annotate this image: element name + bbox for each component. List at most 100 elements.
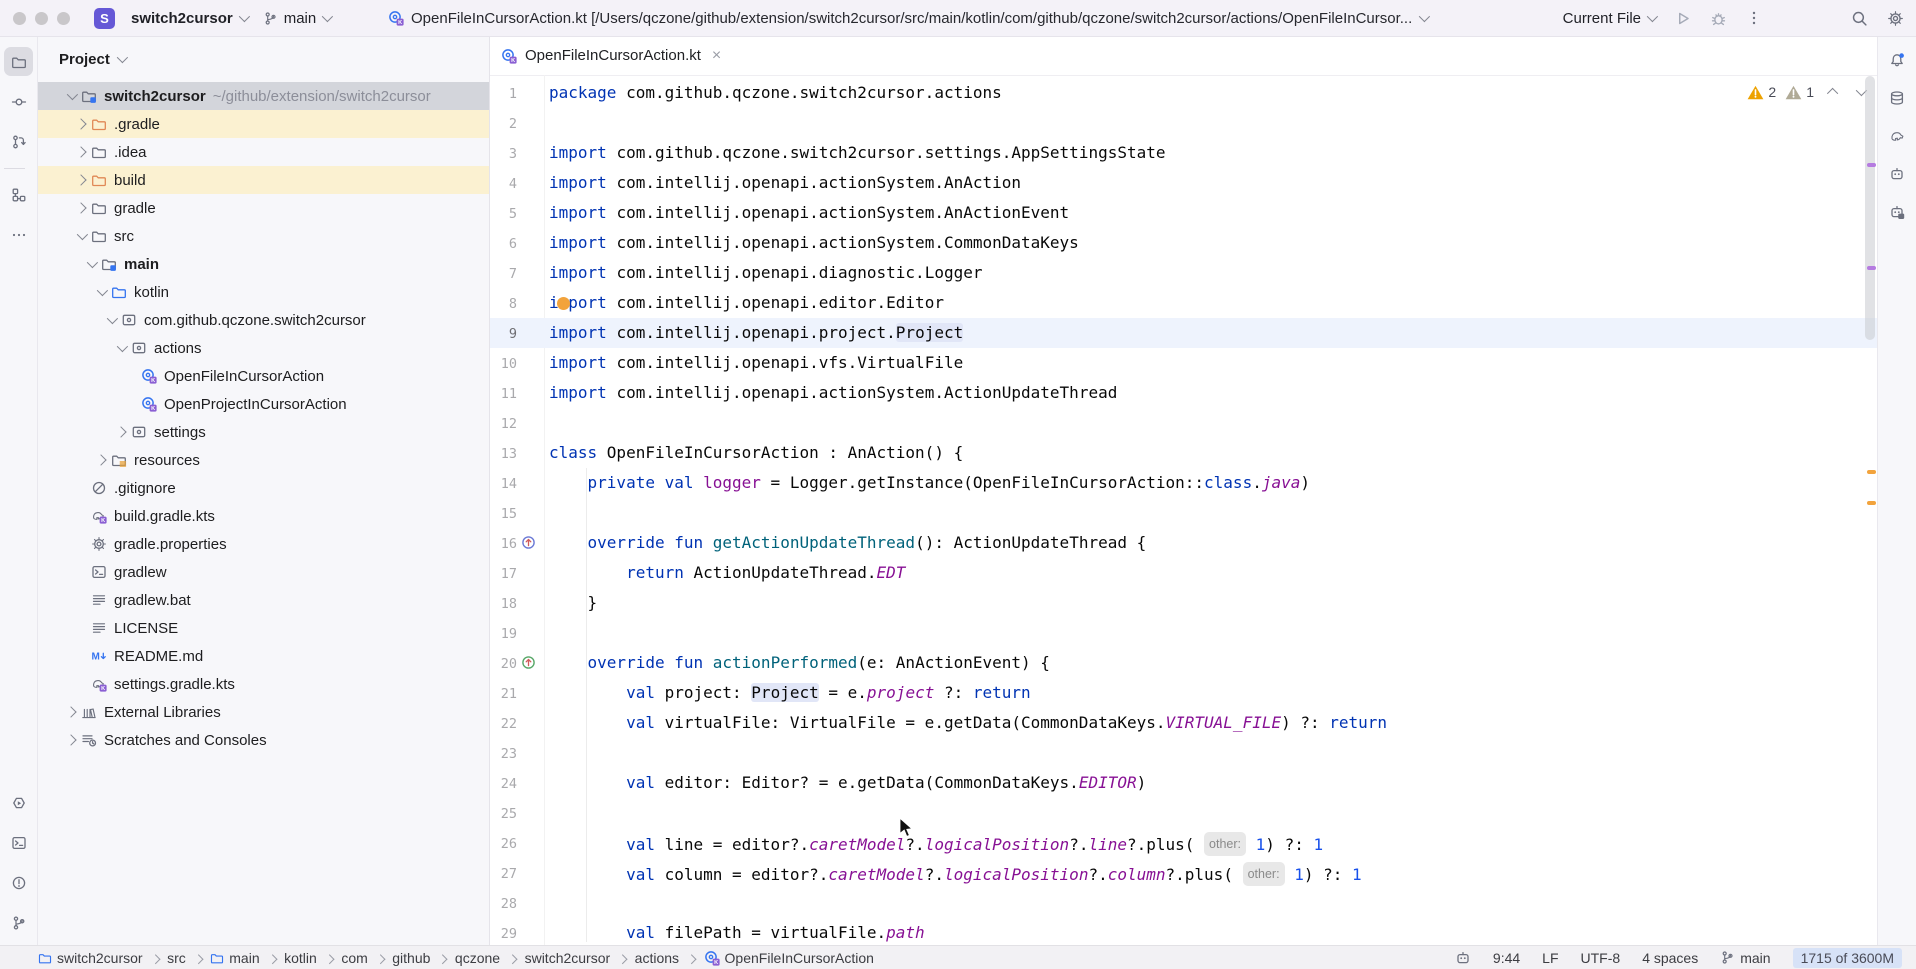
code-line[interactable]: 8import com.intellij.openapi.editor.Edit…: [490, 288, 1878, 318]
breadcrumb-item[interactable]: actions: [635, 950, 679, 966]
tree-row[interactable]: com.github.qczone.switch2cursor: [38, 306, 489, 334]
run-icon[interactable]: [1674, 10, 1691, 27]
code-line[interactable]: 6import com.intellij.openapi.actionSyste…: [490, 228, 1878, 258]
code-line[interactable]: 28: [490, 888, 1878, 918]
warnings-indicator[interactable]: 2: [1747, 84, 1776, 100]
tree-collapse-icon[interactable]: [82, 260, 99, 268]
code-line[interactable]: 3import com.github.qczone.switch2cursor.…: [490, 138, 1878, 168]
code-line[interactable]: 26 val line = editor?.caretModel?.logica…: [490, 828, 1878, 858]
vcs-branch-widget[interactable]: main: [263, 10, 331, 27]
code-line[interactable]: 13class OpenFileInCursorAction : AnActio…: [490, 438, 1878, 468]
tree-row[interactable]: External Libraries: [38, 698, 489, 726]
debug-icon[interactable]: [1710, 10, 1727, 27]
run-tool-icon[interactable]: [4, 788, 33, 817]
tree-row[interactable]: src: [38, 222, 489, 250]
code-line[interactable]: 9import com.intellij.openapi.project.Pro…: [490, 318, 1878, 348]
pull-requests-icon[interactable]: [4, 127, 33, 156]
override-up-blue-icon[interactable]: [521, 535, 536, 550]
tree-row[interactable]: kotlin: [38, 278, 489, 306]
project-widget[interactable]: switch2cursor: [131, 10, 247, 27]
tree-row[interactable]: actions: [38, 334, 489, 362]
maximize-window-button[interactable]: [57, 12, 70, 25]
terminal-tool-icon[interactable]: [4, 828, 33, 857]
tree-row[interactable]: switch2cursor~/github/extension/switch2c…: [38, 82, 489, 110]
tree-row[interactable]: gradle: [38, 194, 489, 222]
gradle-icon[interactable]: [1883, 121, 1912, 150]
breadcrumb-item[interactable]: qczone: [455, 950, 500, 966]
code-line[interactable]: 21 val project: Project = e.project ?: r…: [490, 678, 1878, 708]
close-window-button[interactable]: [13, 12, 26, 25]
code-line[interactable]: 2: [490, 108, 1878, 138]
tree-row[interactable]: resources: [38, 446, 489, 474]
code-line[interactable]: 15: [490, 498, 1878, 528]
tree-row[interactable]: build: [38, 166, 489, 194]
tree-row[interactable]: gradle.properties: [38, 530, 489, 558]
database-icon[interactable]: [1883, 83, 1912, 112]
tree-row[interactable]: MREADME.md: [38, 642, 489, 670]
tree-expand-icon[interactable]: [72, 120, 89, 128]
tree-row[interactable]: Ksettings.gradle.kts: [38, 670, 489, 698]
code-line[interactable]: 18 }: [490, 588, 1878, 618]
code-line[interactable]: 16 override fun getActionUpdateThread():…: [490, 528, 1878, 558]
code-line[interactable]: 22 val virtualFile: VirtualFile = e.getD…: [490, 708, 1878, 738]
code-line[interactable]: 5import com.intellij.openapi.actionSyste…: [490, 198, 1878, 228]
memory-indicator[interactable]: 1715 of 3600M: [1793, 948, 1902, 968]
stripe-mark[interactable]: [1867, 470, 1876, 474]
structure-icon[interactable]: [4, 180, 33, 209]
version-control-tool-icon[interactable]: [4, 908, 33, 937]
project-folder-icon[interactable]: [4, 47, 33, 76]
tree-row[interactable]: .idea: [38, 138, 489, 166]
tree-row[interactable]: .gitignore: [38, 474, 489, 502]
override-up-green-icon[interactable]: [521, 655, 536, 670]
commit-icon[interactable]: [4, 87, 33, 116]
code-line[interactable]: 12: [490, 408, 1878, 438]
ai-agent-icon[interactable]: [1883, 197, 1912, 226]
encoding-widget[interactable]: UTF-8: [1581, 950, 1621, 966]
settings-gear-icon[interactable]: [1887, 10, 1904, 27]
tree-expand-icon[interactable]: [62, 708, 79, 716]
branch-status-widget[interactable]: main: [1720, 950, 1770, 966]
ai-assistant-icon[interactable]: [1883, 159, 1912, 188]
tree-expand-icon[interactable]: [72, 148, 89, 156]
notifications-icon[interactable]: [1883, 45, 1912, 74]
tree-collapse-icon[interactable]: [72, 232, 89, 240]
code-line[interactable]: 17 return ActionUpdateThread.EDT: [490, 558, 1878, 588]
tree-row[interactable]: .gradle: [38, 110, 489, 138]
tree-expand-icon[interactable]: [72, 176, 89, 184]
tree-row[interactable]: KOpenFileInCursorAction: [38, 362, 489, 390]
code-line[interactable]: 4import com.intellij.openapi.actionSyste…: [490, 168, 1878, 198]
stripe-mark[interactable]: [1867, 163, 1876, 167]
code-line[interactable]: 1package com.github.qczone.switch2cursor…: [490, 78, 1878, 108]
project-panel-header[interactable]: Project: [38, 36, 489, 82]
tree-expand-icon[interactable]: [92, 456, 109, 464]
breadcrumb-item[interactable]: com: [341, 950, 367, 966]
stripe-mark[interactable]: [1867, 501, 1876, 505]
code-editor[interactable]: 1package com.github.qczone.switch2cursor…: [490, 75, 1878, 945]
tree-collapse-icon[interactable]: [62, 92, 79, 100]
previous-problem-icon[interactable]: [1827, 88, 1838, 99]
code-line[interactable]: 25: [490, 798, 1878, 828]
run-configuration-selector[interactable]: Current File: [1563, 10, 1655, 27]
more-tool-windows-icon[interactable]: [4, 220, 33, 249]
code-line[interactable]: 23: [490, 738, 1878, 768]
breadcrumb-item[interactable]: github: [392, 950, 430, 966]
code-line[interactable]: 29 val filePath = virtualFile.path: [490, 918, 1878, 945]
minimize-window-button[interactable]: [35, 12, 48, 25]
tree-row[interactable]: Scratches and Consoles: [38, 726, 489, 754]
tree-row[interactable]: KOpenProjectInCursorAction: [38, 390, 489, 418]
breadcrumb-item[interactable]: switch2cursor: [38, 950, 143, 966]
code-line[interactable]: 14 private val logger = Logger.getInstan…: [490, 468, 1878, 498]
editor-tab[interactable]: K OpenFileInCursorAction.kt ×: [490, 36, 733, 75]
tree-row[interactable]: LICENSE: [38, 614, 489, 642]
weak-warnings-indicator[interactable]: 1: [1785, 84, 1814, 100]
breadcrumb-item[interactable]: main: [210, 950, 259, 966]
code-line[interactable]: 19: [490, 618, 1878, 648]
code-line[interactable]: 24 val editor: Editor? = e.getData(Commo…: [490, 768, 1878, 798]
code-line[interactable]: 11import com.intellij.openapi.actionSyst…: [490, 378, 1878, 408]
tree-row[interactable]: settings: [38, 418, 489, 446]
tree-expand-icon[interactable]: [62, 736, 79, 744]
tree-expand-icon[interactable]: [112, 428, 129, 436]
breadcrumb-item[interactable]: switch2cursor: [525, 950, 611, 966]
breadcrumb-item[interactable]: src: [167, 950, 186, 966]
open-file-path-widget[interactable]: K OpenFileInCursorAction.kt [/Users/qczo…: [388, 0, 1427, 36]
